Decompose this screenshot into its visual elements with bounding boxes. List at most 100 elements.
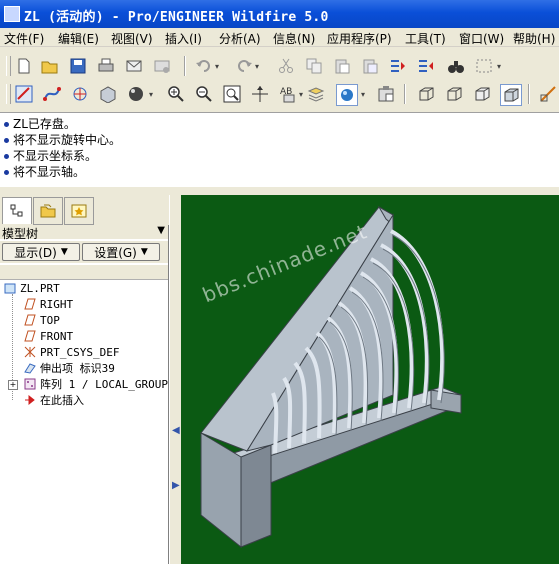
orient-icon[interactable]: [98, 84, 118, 104]
toolbar-separator: [404, 84, 406, 104]
tree-column-header[interactable]: [0, 265, 168, 280]
open-folder-icon[interactable]: [40, 56, 60, 76]
message-line: 将不显示旋转中心。: [4, 131, 121, 148]
insert-here-icon: [24, 394, 36, 406]
paste-icon[interactable]: [332, 56, 352, 76]
tab-model-tree[interactable]: [2, 197, 32, 224]
favorites-icon: [71, 204, 87, 218]
menu-window[interactable]: 窗口(W): [459, 30, 504, 47]
save-icon[interactable]: [68, 56, 88, 76]
send-mail-link-icon[interactable]: [152, 56, 172, 76]
menu-analysis[interactable]: 分析(A): [219, 30, 261, 47]
chevron-down-icon[interactable]: ▼: [157, 225, 165, 236]
model-display-settings-icon[interactable]: [376, 84, 396, 104]
tab-favorites[interactable]: [64, 197, 94, 225]
expand-icon[interactable]: +: [8, 380, 18, 390]
tree-node-right[interactable]: RIGHT: [24, 296, 73, 312]
toolbar-separator: [528, 84, 530, 104]
message-line: 将不显示轴。: [4, 163, 85, 180]
menu-tools[interactable]: 工具(T): [405, 30, 446, 47]
redo-dropdown-icon[interactable]: ▾: [252, 56, 262, 76]
cut-icon[interactable]: [276, 56, 296, 76]
show-button[interactable]: 显示(D) ▼: [2, 243, 80, 261]
message-text: ZL已存盘。: [13, 117, 76, 131]
menu-view[interactable]: 视图(V): [111, 30, 153, 47]
bullet-icon: [4, 154, 9, 159]
no-hidden-icon[interactable]: [472, 84, 492, 104]
regenerate-icon[interactable]: [388, 56, 408, 76]
tree-node-csys[interactable]: PRT_CSYS_DEF: [24, 344, 119, 360]
app-icon: [4, 6, 20, 22]
new-file-icon[interactable]: [14, 56, 34, 76]
tree-node-label: ZL.PRT: [20, 281, 60, 295]
bullet-icon: [4, 122, 9, 127]
menu-insert[interactable]: 插入(I): [165, 30, 202, 47]
tree-node-part[interactable]: ZL.PRT: [4, 280, 60, 296]
horizontal-splitter[interactable]: [0, 187, 559, 195]
menu-file[interactable]: 文件(F): [4, 30, 44, 47]
find-binoculars-icon[interactable]: [446, 56, 466, 76]
settings-button-label: 设置(G): [94, 245, 137, 260]
navigator-tabs: [0, 195, 168, 225]
zoom-in-icon[interactable]: [166, 84, 186, 104]
message-text: 不显示坐标系。: [13, 149, 98, 163]
pattern-icon: [24, 378, 36, 390]
send-mail-icon[interactable]: [124, 56, 144, 76]
graphics-window[interactable]: bbs.chinade.net: [181, 195, 559, 564]
tree-node-top[interactable]: TOP: [24, 312, 60, 328]
regenerate-manager-icon[interactable]: [416, 56, 436, 76]
copy-icon[interactable]: [304, 56, 324, 76]
message-area: ZL已存盘。 将不显示旋转中心。 不显示坐标系。 将不显示轴。: [0, 112, 559, 189]
tree-node-extrude[interactable]: 伸出项 标识39: [24, 360, 115, 376]
redo-icon[interactable]: [234, 56, 254, 76]
print-icon[interactable]: [96, 56, 116, 76]
title-bar: ZL (活动的) - Pro/ENGINEER Wildfire 5.0: [0, 0, 559, 28]
tab-folder-browser[interactable]: [33, 197, 63, 225]
undo-dropdown-icon[interactable]: ▾: [212, 56, 222, 76]
zoom-out-icon[interactable]: [194, 84, 214, 104]
message-line: ZL已存盘。: [4, 115, 76, 132]
datum-curve-icon[interactable]: [42, 84, 62, 104]
menu-edit[interactable]: 编辑(E): [58, 30, 99, 47]
hidden-line-icon[interactable]: [444, 84, 464, 104]
shading-dropdown-icon[interactable]: ▾: [358, 84, 368, 104]
shaded-icon[interactable]: [500, 84, 522, 106]
datum-plane-icon: [24, 298, 36, 310]
paste-special-icon[interactable]: [360, 56, 380, 76]
chevron-down-icon: ▼: [140, 247, 148, 257]
menu-info[interactable]: 信息(N): [273, 30, 315, 47]
tree-node-front[interactable]: FRONT: [24, 328, 73, 344]
tree-node-insert-here[interactable]: 在此插入: [24, 392, 84, 408]
select-box-icon[interactable]: [474, 56, 494, 76]
spin-center-icon[interactable]: [70, 84, 90, 104]
window-title: ZL (活动的) - Pro/ENGINEER Wildfire 5.0: [24, 10, 329, 25]
extrude-icon: [24, 362, 36, 374]
saved-views-icon[interactable]: AB: [278, 84, 298, 104]
collapse-left-icon[interactable]: ◀: [172, 425, 180, 436]
saved-views-dropdown-icon[interactable]: ▾: [296, 84, 306, 104]
shading-display-icon[interactable]: [336, 84, 358, 106]
appearance-dropdown-icon[interactable]: ▾: [146, 84, 156, 104]
reorient-icon[interactable]: [250, 84, 270, 104]
refit-icon[interactable]: [222, 84, 242, 104]
settings-button[interactable]: 设置(G) ▼: [82, 243, 160, 261]
csys-icon: [24, 346, 36, 358]
tree-node-label: RIGHT: [40, 297, 74, 311]
layers-icon[interactable]: [306, 84, 326, 104]
sketcher-shortcut-icon[interactable]: [538, 84, 558, 104]
bullet-icon: [4, 138, 9, 143]
wireframe-icon[interactable]: [416, 84, 436, 104]
menu-help[interactable]: 帮助(H): [513, 30, 555, 47]
chevron-down-icon: ▼: [60, 247, 68, 257]
tree-node-label: 阵列 1 / LOCAL_GROUP: [40, 378, 168, 391]
folder-icon: [40, 204, 56, 218]
select-dropdown-icon[interactable]: ▾: [494, 56, 504, 76]
undo-icon[interactable]: [194, 56, 214, 76]
tree-node-pattern[interactable]: 阵列 1 / LOCAL_GROUP: [24, 376, 168, 392]
sketch-icon[interactable]: [14, 84, 34, 104]
appearance-sphere-icon[interactable]: [126, 84, 146, 104]
menu-applications[interactable]: 应用程序(P): [327, 30, 392, 47]
expand-right-icon[interactable]: ▶: [172, 480, 180, 491]
message-text: 将不显示旋转中心。: [13, 133, 122, 147]
show-button-label: 显示(D): [14, 245, 57, 260]
